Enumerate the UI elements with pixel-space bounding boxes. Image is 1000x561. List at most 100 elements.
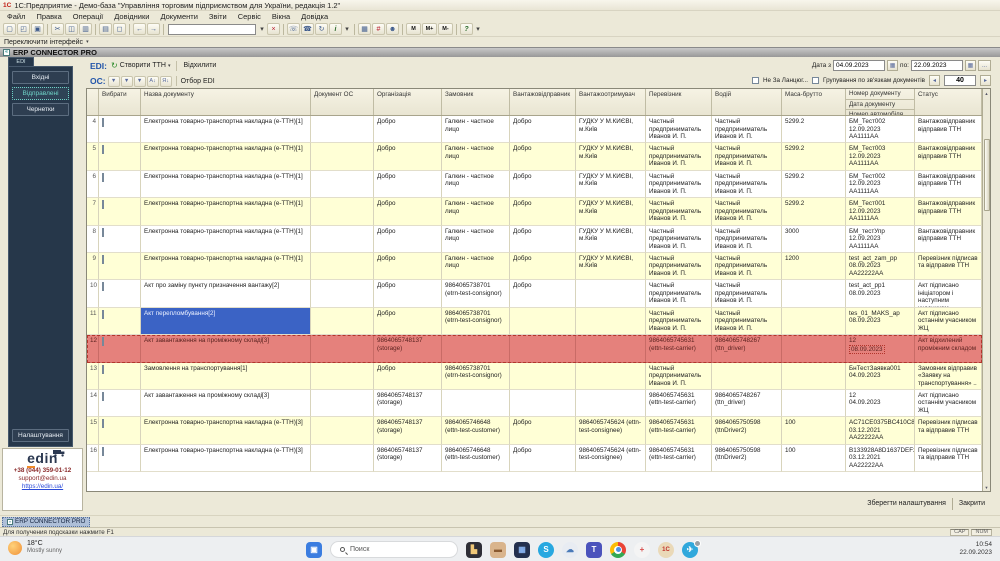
set-filter-icon[interactable]: ▼ [107, 75, 120, 87]
chrome-icon[interactable] [610, 541, 626, 558]
contact-email[interactable]: support@edin.ua [3, 475, 82, 482]
column-header-number[interactable]: Номер документу Дата документу Номер автом… [846, 89, 915, 115]
search-dropdown-icon[interactable]: ▾ [258, 23, 266, 35]
taskbar-search[interactable]: Поиск [330, 541, 458, 558]
page-size-input[interactable] [944, 75, 976, 86]
refresh-icon[interactable]: ↻ [315, 23, 328, 35]
folder-app-icon[interactable]: ▬ [490, 541, 506, 558]
memory-minus-icon[interactable]: M- [438, 23, 453, 35]
mdi-taskbar-item[interactable]: « ERP CONNECTOR PRO [2, 516, 91, 527]
tip-icon[interactable]: ? [460, 23, 473, 35]
row-checkbox[interactable] [102, 391, 104, 401]
sort-asc-icon[interactable]: А↓ [146, 75, 159, 87]
column-header-name[interactable]: Назва документу [141, 89, 311, 115]
info-icon[interactable]: i [329, 23, 342, 35]
reject-button[interactable]: Відхилити [183, 62, 216, 69]
menu-item-8[interactable]: Вікна [272, 12, 290, 21]
row-checkbox[interactable] [102, 364, 104, 374]
row-checkbox[interactable] [102, 118, 104, 127]
table-row[interactable]: 6 Електронна товарно-транспортна накладна… [87, 170, 982, 199]
calendar-icon[interactable]: ▦ [887, 60, 899, 71]
table-row[interactable]: 8 Електронна товарно-транспортна накладна… [87, 225, 982, 253]
table-row[interactable]: 5 Електронна товарно-транспортна накладна… [87, 143, 982, 171]
memory-icon[interactable]: M [406, 23, 421, 35]
prev-page-button[interactable]: ◂ [929, 75, 940, 86]
store-app-icon[interactable]: ▦ [514, 541, 530, 558]
sidebar-tab-edi[interactable]: EDI [8, 57, 34, 66]
menu-item-4[interactable]: Довідники [114, 12, 149, 21]
menu-item-2[interactable]: Правка [36, 12, 61, 21]
scroll-up-icon[interactable]: ▲ [985, 89, 989, 97]
column-header-driver[interactable]: Водій [712, 89, 782, 115]
column-header-consignor[interactable]: Вантажовідправник [510, 89, 576, 115]
calendar-icon[interactable]: ▦ [358, 23, 371, 35]
mdi-window-icon[interactable]: « [3, 49, 10, 56]
start-search-icon[interactable]: ▣ [306, 541, 322, 558]
sort-desc-icon[interactable]: Я↓ [159, 75, 172, 87]
open-icon[interactable]: ◰ [17, 23, 30, 35]
row-checkbox[interactable] [102, 172, 104, 182]
column-header-doc_os[interactable]: Документ ОС [311, 89, 374, 115]
copy-icon[interactable]: ◫ [65, 23, 78, 35]
table-row[interactable]: 12 Акт завантаження на проміжному складі[… [87, 335, 982, 363]
table-row[interactable]: 14 Акт завантаження на проміжному складі[… [87, 389, 982, 418]
tip-dropdown-icon[interactable]: ▾ [474, 23, 482, 35]
column-header-carrier[interactable]: Перевізник [646, 89, 712, 115]
memory-plus-icon[interactable]: M+ [422, 23, 437, 35]
chevron-down-icon[interactable]: ▾ [168, 63, 171, 69]
next-page-button[interactable]: ▸ [980, 75, 991, 86]
save-settings-button[interactable]: Зберегти налаштування [861, 498, 952, 509]
app-1c-icon[interactable]: 1С [658, 541, 674, 558]
contact-site-link[interactable]: https://edin.ua/ [3, 483, 82, 490]
row-checkbox[interactable] [102, 309, 104, 319]
chain-checkbox[interactable] [751, 77, 759, 84]
column-header-consignee[interactable]: Вантажоотримувач [576, 89, 646, 115]
cut-icon[interactable]: ✂ [51, 23, 64, 35]
vertical-scrollbar[interactable]: ▲ ▼ [982, 89, 990, 491]
column-header-check[interactable]: Вибрати [99, 89, 141, 115]
calculator-icon[interactable]: # [372, 23, 385, 35]
table-row[interactable]: 9 Електронна товарно-транспортна накладна… [87, 252, 982, 281]
column-header-mass[interactable]: Маса-брутто [782, 89, 846, 115]
menu-item-5[interactable]: Документи [160, 12, 197, 21]
row-checkbox[interactable] [102, 254, 104, 264]
scrollbar-thumb[interactable] [983, 139, 990, 211]
column-header-status[interactable]: Статус [915, 89, 982, 115]
onedrive-icon[interactable]: ☁ [562, 541, 578, 558]
find-cancel-icon[interactable]: ☎ [301, 23, 314, 35]
menu-item-7[interactable]: Сервіс [238, 12, 261, 21]
date-to-input[interactable] [911, 60, 963, 71]
menu-item-1[interactable]: Файл [7, 12, 25, 21]
filter-by-value-icon[interactable]: ▼ [120, 75, 133, 87]
switch-interface-button[interactable]: Переключити інтерфейс ▾ [4, 39, 89, 46]
sidebar-item-drafts[interactable]: Чернетки [12, 103, 69, 116]
taskbar-clock[interactable]: 10:54 22.09.2023 [959, 541, 992, 557]
row-checkbox[interactable] [102, 145, 104, 155]
row-checkbox[interactable] [102, 282, 104, 292]
skype-icon[interactable]: S [538, 541, 554, 558]
grouping-checkbox[interactable] [812, 77, 820, 84]
row-checkbox[interactable] [102, 446, 104, 456]
table-row[interactable]: 11 Акт перепломбування[2] Добро 98640657387… [87, 307, 982, 336]
row-checkbox[interactable] [102, 200, 104, 210]
clear-filter-icon[interactable]: ▼ [133, 75, 146, 87]
row-checkbox[interactable] [102, 337, 104, 347]
scroll-down-icon[interactable]: ▼ [985, 483, 989, 491]
save-icon[interactable]: ▣ [31, 23, 44, 35]
health-app-icon[interactable]: + [634, 541, 650, 558]
telegram-icon[interactable]: ✈ [682, 539, 701, 558]
teams-icon[interactable]: T [586, 541, 602, 558]
toolbar-search-input[interactable] [168, 23, 256, 35]
print-icon[interactable]: ▤ [99, 23, 112, 35]
new-document-icon[interactable]: ▢ [3, 23, 16, 35]
sidebar-item-inbox[interactable]: Вхідні [12, 71, 69, 84]
forward-icon[interactable]: → [147, 23, 160, 35]
print-preview-icon[interactable]: ◻ [113, 23, 126, 35]
info-dropdown-icon[interactable]: ▾ [343, 23, 351, 35]
table-row[interactable]: 13 Замовлення на транспортування[1] Добро 9… [87, 362, 982, 390]
menu-item-3[interactable]: Операції [73, 12, 103, 21]
sidebar-item-settings[interactable]: Налаштування [12, 429, 69, 442]
more-dates-button[interactable]: ... [978, 60, 991, 71]
table-row[interactable]: 4 Електронна товарно-транспортна накладна… [87, 116, 982, 144]
table-row[interactable]: 15 Електронна товарно-транспортна накладн… [87, 417, 982, 445]
